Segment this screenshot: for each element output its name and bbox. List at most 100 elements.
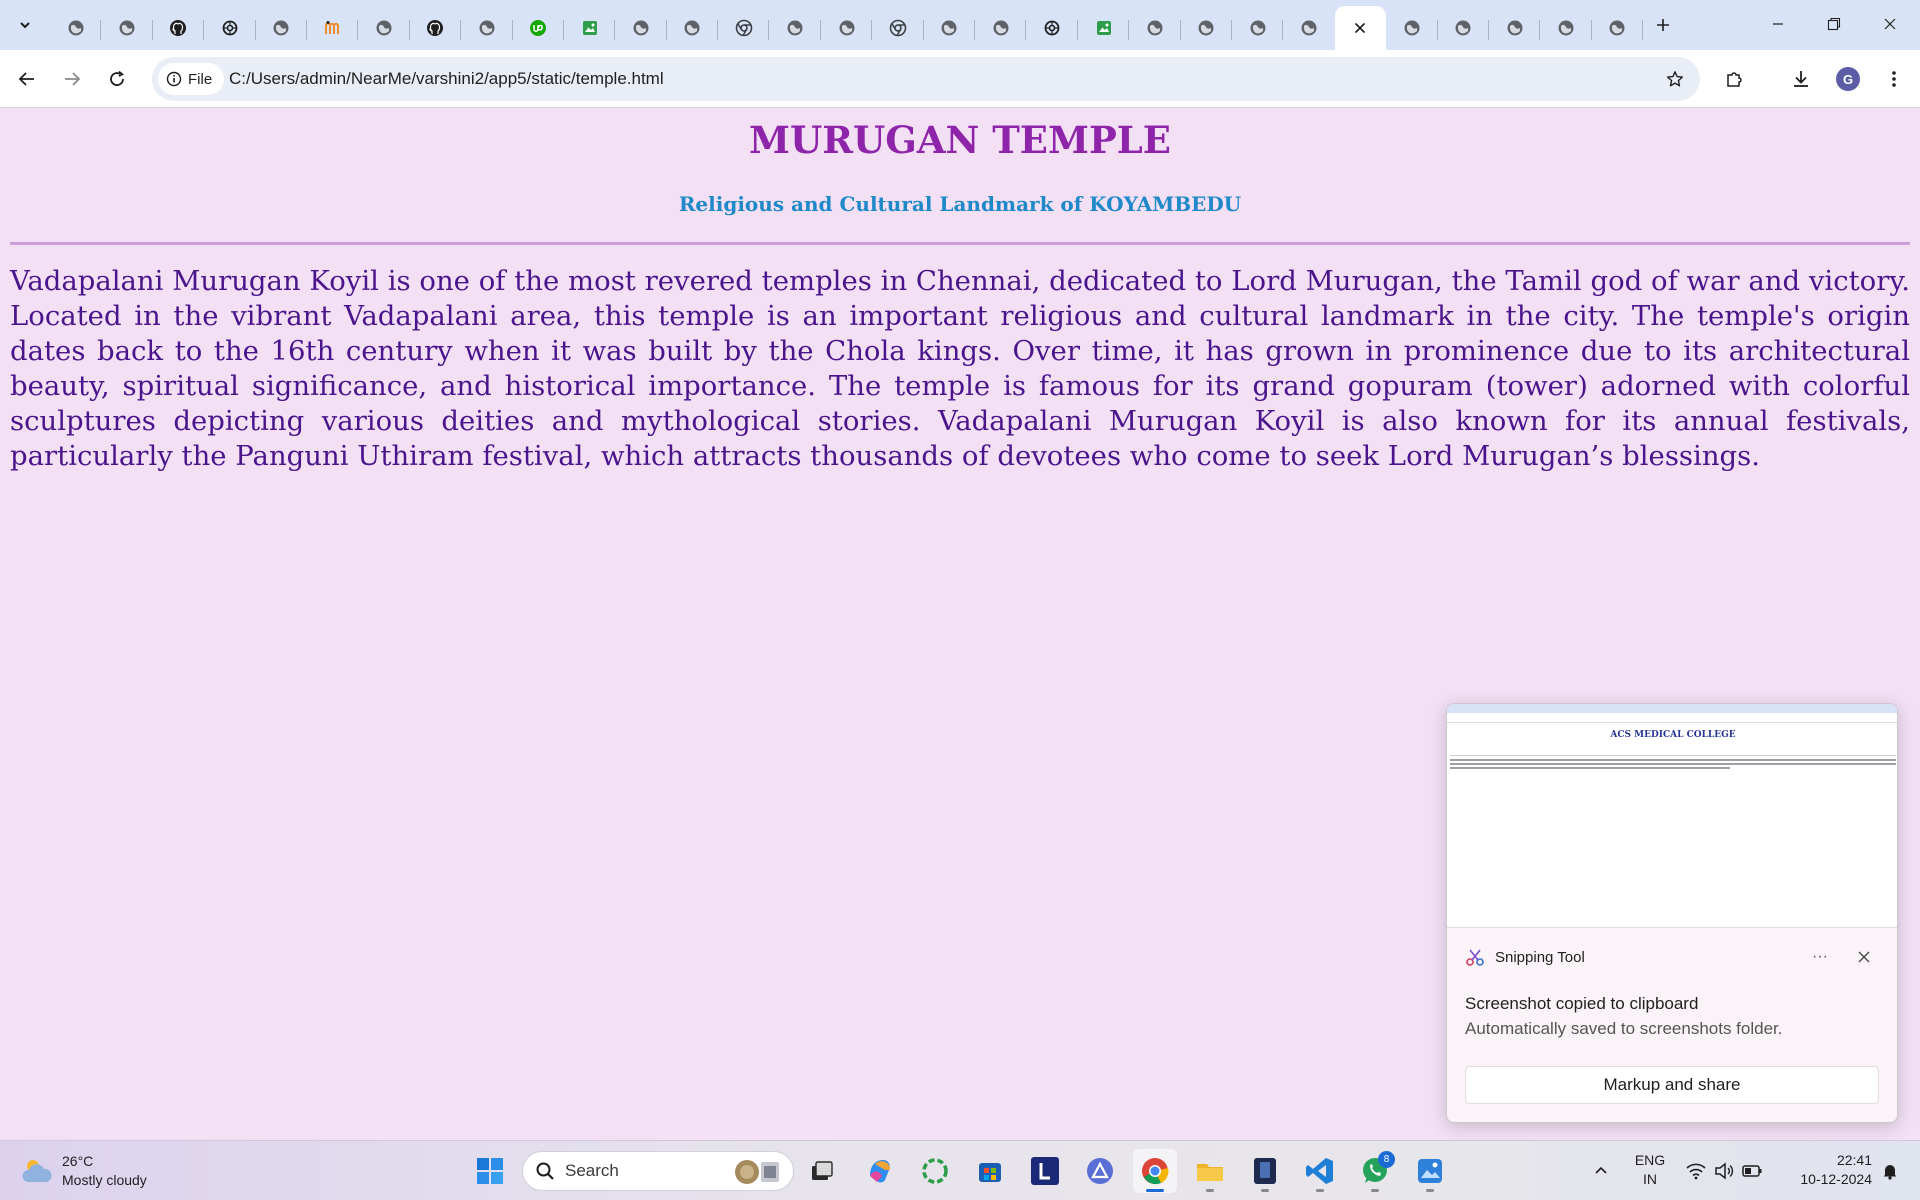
preview-subtitle [1447,744,1897,750]
taskbar-store[interactable] [968,1149,1012,1193]
forward-button[interactable] [54,61,90,97]
globe-icon [1300,19,1318,37]
tab[interactable] [975,6,1027,50]
tab-search-button[interactable] [10,10,40,40]
green-ring-icon [922,1158,948,1184]
address-bar[interactable]: File C:/Users/admin/NearMe/varshini2/app… [152,57,1700,101]
tab[interactable] [924,6,976,50]
tab[interactable] [667,6,719,50]
snipping-tool-notification[interactable]: ACS MEDICAL COLLEGE Snipping Tool ··· Sc… [1446,703,1898,1123]
tab[interactable] [615,6,668,50]
show-hidden-icons-button[interactable] [1590,1151,1612,1191]
bookmark-button[interactable] [1660,64,1690,94]
minimize-button[interactable] [1750,0,1806,48]
tab[interactable] [872,6,925,50]
tab[interactable] [153,6,205,50]
weather-condition: Mostly cloudy [62,1172,147,1188]
taskbar-app-ring[interactable] [913,1149,957,1193]
taskbar-clock[interactable]: 22:41 10-12-2024 [1776,1151,1872,1189]
globe-icon [1454,19,1472,37]
more-vertical-icon [1892,71,1896,87]
taskbar-whatsapp[interactable]: 8 [1353,1149,1397,1193]
menu-button[interactable] [1876,61,1912,97]
tab[interactable] [821,6,873,50]
wifi-icon [1686,1163,1706,1180]
search-highlight-icon [735,1160,779,1184]
taskbar-copilot[interactable] [858,1149,902,1193]
globe-icon [1557,19,1575,37]
browser-toolbar: File C:/Users/admin/NearMe/varshini2/app… [0,50,1920,108]
tab[interactable] [1078,6,1130,50]
screenshot-preview[interactable]: ACS MEDICAL COLLEGE [1447,704,1897,928]
globe-icon [786,19,804,37]
close-icon [1858,951,1870,963]
site-info-chip[interactable]: File [158,63,225,95]
page-title: MURUGAN TEMPLE [749,118,1171,162]
weather-widget[interactable]: 26°C Mostly cloudy [20,1149,147,1193]
tab[interactable] [1489,6,1541,50]
clock-date: 10-12-2024 [1800,1171,1872,1187]
input-language-indicator[interactable]: ENG IN [1630,1151,1670,1189]
tab[interactable] [101,6,154,50]
tab[interactable] [1283,6,1334,50]
extensions-button[interactable] [1717,61,1753,97]
tab[interactable] [513,6,565,50]
globe-icon [375,19,393,37]
reload-button[interactable] [99,61,135,97]
tab[interactable] [1181,6,1233,50]
tab[interactable] [461,6,513,50]
start-button[interactable] [468,1149,512,1193]
tab[interactable] [1026,6,1079,50]
chevron-up-icon [1595,1166,1607,1174]
new-tab-button[interactable] [1648,10,1678,40]
tab[interactable] [307,6,359,50]
back-button[interactable] [9,61,45,97]
notification-center-button[interactable] [1876,1151,1904,1191]
tab[interactable] [1129,6,1181,50]
taskbar-app-triangle[interactable] [1078,1149,1122,1193]
tab[interactable] [1540,6,1593,50]
folder-icon [1197,1164,1223,1181]
notification-more-button[interactable]: ··· [1807,944,1833,970]
github-icon [426,19,444,37]
close-window-button[interactable] [1862,0,1918,48]
taskbar-app-blue[interactable] [1408,1149,1452,1193]
globe-icon [67,19,85,37]
tab[interactable] [1438,6,1490,50]
taskbar-file-explorer[interactable] [1188,1149,1232,1193]
globe-icon [1197,19,1215,37]
page-body-text: Vadapalani Murugan Koyil is one of the m… [10,265,1910,472]
tab[interactable] [1386,6,1438,50]
tab[interactable] [769,6,822,50]
taskbar-search[interactable]: Search [522,1151,794,1191]
notification-close-button[interactable] [1851,944,1877,970]
downloads-button[interactable] [1783,61,1819,97]
profile-button[interactable]: G [1830,61,1866,97]
tab[interactable] [410,6,462,50]
photos-app-icon [1418,1159,1442,1183]
taskbar-app-l[interactable] [1023,1149,1067,1193]
tab[interactable] [256,6,308,50]
preview-text-line [1450,759,1896,761]
openai-icon [1043,19,1061,37]
notification-message: Screenshot copied to clipboard [1465,994,1699,1013]
taskbar-chrome[interactable] [1133,1149,1177,1193]
restore-button[interactable] [1806,0,1862,48]
tab[interactable] [1232,6,1284,50]
avatar: G [1836,67,1860,91]
taskbar-app-phone[interactable] [1243,1149,1287,1193]
tab[interactable] [718,6,770,50]
star-icon [1667,71,1683,87]
tab[interactable] [50,6,102,50]
system-tray-status[interactable] [1684,1151,1764,1191]
tab[interactable] [564,6,616,50]
taskbar-task-view[interactable] [800,1149,844,1193]
markup-and-share-button[interactable]: Markup and share [1465,1066,1879,1104]
close-tab-icon[interactable] [1351,19,1369,37]
tab[interactable] [1592,6,1644,50]
url-text[interactable]: C:/Users/admin/NearMe/varshini2/app5/sta… [229,69,664,89]
tab-active[interactable] [1334,6,1387,50]
tab[interactable] [204,6,256,50]
taskbar-vscode[interactable] [1298,1149,1342,1193]
tab[interactable] [358,6,411,50]
